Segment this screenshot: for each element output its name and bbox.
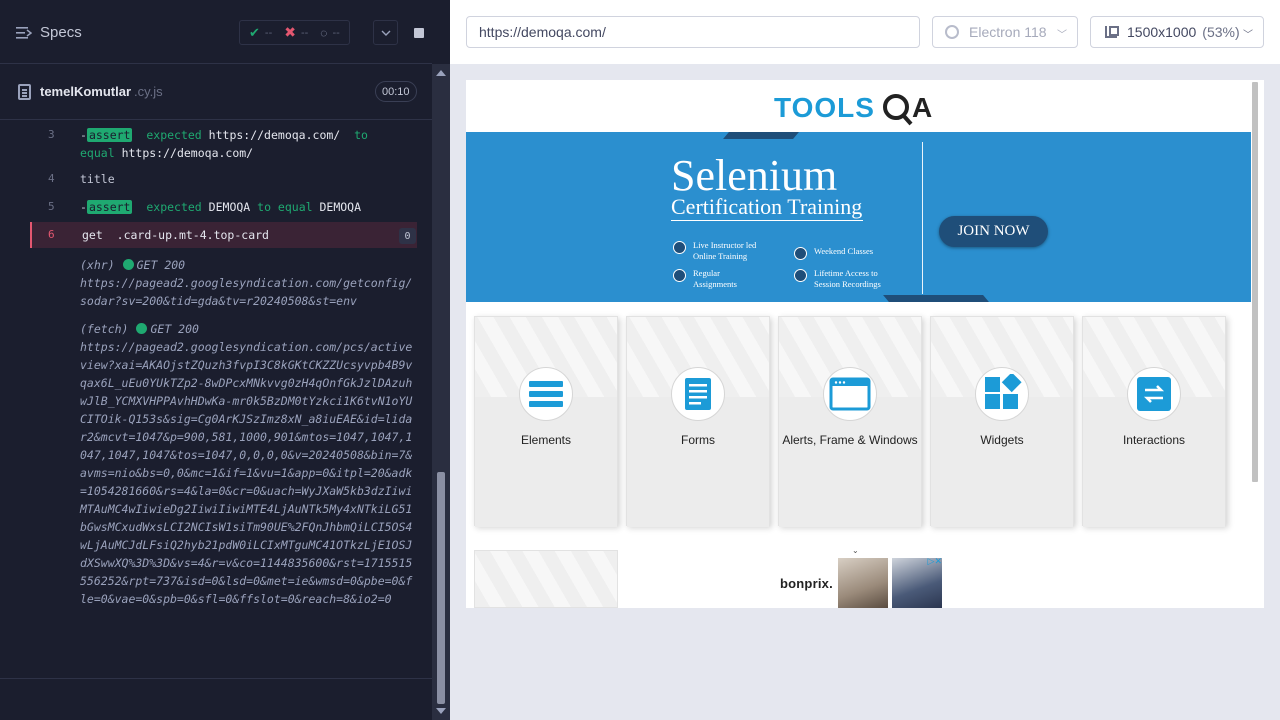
reporter-scrollbar[interactable] bbox=[432, 64, 450, 720]
scroll-up-icon[interactable] bbox=[436, 70, 446, 76]
ad-brand: bonprix. bbox=[780, 576, 833, 591]
viewport-scale: (53%) bbox=[1202, 24, 1240, 40]
document-icon bbox=[673, 269, 686, 282]
card-forms[interactable]: Forms bbox=[626, 316, 770, 527]
ad-close-icon[interactable]: ▷✕ bbox=[928, 556, 942, 567]
card-interactions[interactable]: Interactions bbox=[1082, 316, 1226, 527]
stop-icon bbox=[413, 27, 424, 38]
reporter-panel: Specs ✔ -- ✖ -- ◌ -- temelKomutlar .cy.js… bbox=[0, 0, 450, 720]
form-icon bbox=[671, 367, 725, 421]
certification-banner[interactable]: Selenium Certification Training Live Ins… bbox=[466, 132, 1251, 302]
element-count-badge: 0 bbox=[399, 228, 416, 244]
check-icon: ✔ bbox=[249, 24, 260, 40]
file-icon bbox=[18, 84, 31, 100]
spec-filename[interactable]: temelKomutlar .cy.js bbox=[40, 84, 163, 99]
card-label: Widgets bbox=[980, 433, 1024, 447]
browser-selector[interactable]: Electron 118 ﹀ bbox=[932, 16, 1078, 48]
viewport-selector[interactable]: 1500x1000 (53%) ﹀ bbox=[1090, 16, 1264, 48]
fetch-log-entry[interactable]: (fetch) GET 200 https://pagead2.googlesynd… bbox=[80, 320, 415, 608]
aut-toolbar: Electron 118 ﹀ 1500x1000 (53%) ﹀ bbox=[450, 0, 1280, 64]
url-input[interactable] bbox=[466, 16, 920, 48]
card-label: Forms bbox=[681, 433, 715, 447]
card-label: Elements bbox=[520, 433, 572, 447]
toolsqa-logo[interactable]: TOOLS A bbox=[774, 87, 946, 127]
card-label: Interactions bbox=[1122, 433, 1186, 447]
command-row-failed[interactable]: 6 get .card-up.mt-4.top-card 0 bbox=[30, 222, 417, 248]
svg-text:A: A bbox=[912, 92, 932, 123]
command-row[interactable]: 4 title bbox=[30, 170, 417, 190]
feature-item: Lifetime Access to Session Recordings bbox=[794, 268, 894, 290]
chevron-down-icon[interactable]: ⌄ bbox=[852, 546, 859, 555]
stop-button[interactable] bbox=[406, 20, 431, 45]
test-stats: ✔ -- ✖ -- ◌ -- bbox=[239, 20, 350, 45]
ad-image bbox=[838, 558, 888, 608]
command-row[interactable]: 3 - assert expected https://demoqa.com/ t… bbox=[30, 126, 417, 166]
assert-badge: assert bbox=[86, 128, 133, 142]
join-now-button[interactable]: JOIN NOW bbox=[939, 216, 1048, 247]
card-alerts-frame-windows[interactable]: Alerts, Frame & Windows bbox=[778, 316, 922, 527]
status-dot-icon bbox=[122, 259, 134, 270]
swap-icon bbox=[1127, 367, 1181, 421]
card-widgets[interactable]: Widgets bbox=[930, 316, 1074, 527]
spec-duration: 00:10 bbox=[375, 81, 417, 102]
specs-label[interactable]: Specs bbox=[40, 24, 82, 41]
specs-header: Specs ✔ -- ✖ -- ◌ -- bbox=[0, 0, 432, 64]
command-log: 3 - assert expected https://demoqa.com/ t… bbox=[30, 120, 417, 666]
viewport-size: 1500x1000 bbox=[1127, 24, 1197, 40]
aut-iframe: TOOLS A Selenium Certification Training … bbox=[466, 80, 1264, 608]
collapse-button[interactable] bbox=[373, 20, 398, 45]
chevron-down-icon: ﹀ bbox=[1243, 30, 1253, 41]
card-partial[interactable] bbox=[474, 550, 618, 608]
passed-count: -- bbox=[264, 26, 273, 39]
chevron-down-icon bbox=[381, 30, 390, 36]
card-label: Alerts, Frame & Windows bbox=[782, 433, 918, 447]
status-dot-icon bbox=[136, 323, 148, 334]
chevron-down-icon: ﹀ bbox=[1057, 30, 1067, 41]
scroll-down-icon[interactable] bbox=[436, 708, 446, 714]
spec-title-row: temelKomutlar .cy.js 00:10 bbox=[0, 64, 432, 120]
failed-count: -- bbox=[300, 26, 309, 39]
play-icon bbox=[673, 241, 686, 254]
assert-badge: assert bbox=[86, 200, 133, 214]
card-elements[interactable]: Elements bbox=[474, 316, 618, 527]
feature-item: Regular Assignments bbox=[673, 268, 753, 290]
aut-panel: Electron 118 ﹀ 1500x1000 (53%) ﹀ TOOLS A… bbox=[450, 0, 1280, 720]
calendar-icon bbox=[794, 247, 807, 260]
banner-subtitle: Certification Training bbox=[671, 194, 863, 219]
ad-banner[interactable]: bonprix. ▷✕ bbox=[774, 556, 944, 608]
menu-icon[interactable] bbox=[16, 26, 32, 40]
xhr-log-entry[interactable]: (xhr) GET 200 https://pagead2.googlesyndic… bbox=[80, 256, 415, 310]
widgets-icon bbox=[975, 367, 1029, 421]
pending-icon: ◌ bbox=[320, 25, 328, 40]
window-icon bbox=[823, 367, 877, 421]
browser-name: Electron 118 bbox=[969, 24, 1047, 40]
command-row[interactable]: 5 - assert expected DEMOQA to equal DEMOQ… bbox=[30, 198, 417, 218]
viewport-icon bbox=[1105, 26, 1119, 38]
pending-count: -- bbox=[332, 26, 340, 39]
feature-item: Weekend Classes bbox=[794, 246, 914, 260]
scrollbar-thumb[interactable] bbox=[437, 472, 445, 704]
x-icon: ✖ bbox=[284, 24, 296, 40]
aut-scrollbar[interactable] bbox=[1252, 82, 1258, 482]
divider bbox=[0, 678, 432, 679]
feature-item: Live Instructor led Online Training bbox=[673, 240, 763, 262]
list-icon bbox=[519, 367, 573, 421]
electron-icon bbox=[945, 25, 959, 39]
headset-icon bbox=[794, 269, 807, 282]
svg-text:TOOLS: TOOLS bbox=[774, 92, 875, 123]
